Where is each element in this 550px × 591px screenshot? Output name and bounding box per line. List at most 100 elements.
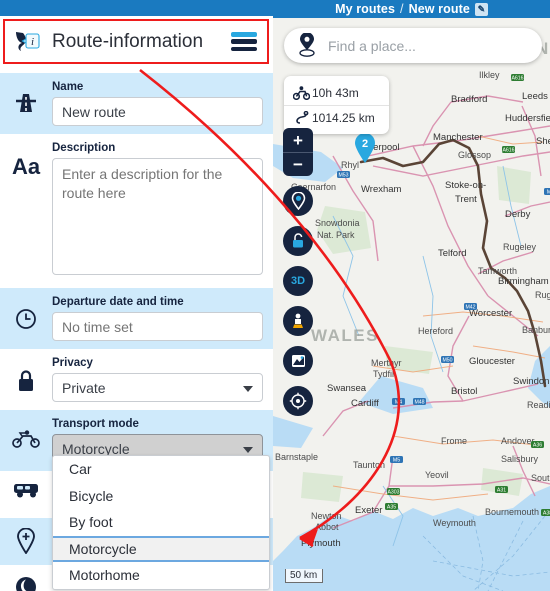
breadcrumb-current: New route — [408, 2, 470, 16]
road-shield-label: A616 — [511, 75, 523, 81]
pencil-icon[interactable]: ✎ — [474, 2, 488, 16]
road-shield-label: A616 — [502, 147, 514, 153]
page-title: Route-information — [52, 30, 204, 52]
map-label: Yeovil — [425, 470, 449, 480]
panel-header: i Route-information — [3, 19, 269, 64]
field-row-description: Aa Description — [0, 134, 273, 288]
map-label: Birmingham — [498, 276, 549, 287]
map-search-placeholder: Find a place... — [328, 37, 416, 54]
dropdown-option-by-foot[interactable]: By foot — [53, 509, 269, 536]
field-row-privacy: Privacy Private — [0, 349, 273, 410]
location-pin-search-icon — [299, 32, 315, 57]
elevation-chart-button[interactable] — [283, 346, 313, 376]
label-privacy: Privacy — [52, 357, 93, 369]
zoom-controls: + − — [283, 128, 313, 176]
route-distance-row: 1014.25 km — [284, 105, 389, 130]
road-shield-label: A38 — [543, 510, 550, 516]
map-label: Newton — [311, 511, 342, 521]
map-search-box[interactable]: Find a place... — [284, 28, 542, 63]
dropdown-option-bicycle[interactable]: Bicycle — [53, 483, 269, 510]
clock-icon — [0, 294, 52, 330]
lock-icon — [293, 233, 303, 248]
map-label: Derby — [505, 209, 531, 220]
map-label: Barnstaple — [275, 452, 318, 462]
route-duration-row: 10h 43m — [284, 80, 389, 105]
marker-pin-button[interactable] — [283, 186, 313, 216]
map-label: Banbury — [522, 325, 550, 335]
departure-input[interactable] — [52, 312, 263, 341]
map-label: Tydfil — [373, 369, 394, 379]
map-label: Frome — [441, 436, 467, 446]
waypoint-number: 2 — [362, 138, 368, 150]
transport-mode-dropdown[interactable]: Car Bicycle By foot Motorcycle Motorhome — [52, 455, 270, 590]
breadcrumb-parent[interactable]: My routes — [335, 2, 395, 16]
route-duration-value: 10h 43m — [312, 85, 359, 100]
map-label: Huddersfield — [505, 113, 550, 124]
map-label: WALES — [311, 326, 379, 345]
hamburger-menu-icon[interactable] — [231, 32, 257, 51]
pegman-icon — [293, 313, 303, 328]
motorcycle-rider-icon — [290, 85, 312, 100]
map-label: Gloucester — [469, 356, 515, 367]
route-information-panel: i Route-information Name New route Aa De… — [0, 0, 273, 591]
road-shield-label: M50 — [442, 357, 452, 363]
road-icon — [0, 79, 52, 113]
3d-label: 3D — [290, 275, 306, 287]
route-distance-icon — [290, 111, 312, 125]
map-label: Glossop — [458, 150, 491, 160]
waypoint-marker-2[interactable]: 2 — [353, 132, 377, 164]
route-planner-screen: ENGLANDWALESIlkleyBradfordLeedsHuddersfi… — [0, 0, 550, 591]
map-label: Reading — [527, 400, 550, 410]
map-scale-bar: 50 km — [285, 569, 324, 583]
road-shield-label: M48 — [414, 399, 424, 405]
privacy-select[interactable]: Private — [52, 373, 263, 402]
name-input[interactable] — [52, 97, 263, 126]
map-canvas[interactable]: ENGLANDWALESIlkleyBradfordLeedsHuddersfi… — [273, 16, 550, 591]
map-tool-column: + − 3D — [283, 128, 313, 416]
street-view-button[interactable] — [283, 306, 313, 336]
map-label: Tamworth — [478, 266, 517, 276]
route-stats-panel: 10h 43m 1014.25 km — [284, 76, 389, 134]
map-label: Cardiff — [351, 398, 379, 409]
zoom-out-button[interactable]: − — [283, 152, 313, 176]
map-label: Rugeley — [503, 242, 537, 252]
map-label: Taunton — [353, 460, 385, 470]
compass-icon — [289, 392, 307, 410]
road-shield-label: M4 — [395, 399, 402, 405]
map-label: Trent — [455, 194, 477, 205]
map-label: Swansea — [327, 383, 367, 394]
chevron-down-icon — [243, 446, 253, 453]
map-label: Plymouth — [301, 538, 341, 549]
road-shield-label: A35 — [387, 504, 396, 510]
breadcrumb-bar: My routes / New route ✎ — [273, 0, 550, 18]
label-departure: Departure date and time — [52, 296, 184, 308]
lock-icon — [0, 355, 52, 393]
marker-pin-icon — [291, 192, 305, 210]
breadcrumb-separator: / — [400, 2, 404, 16]
privacy-selected-value: Private — [62, 379, 106, 396]
map-label: Southampton — [531, 473, 550, 483]
lock-button[interactable] — [283, 226, 313, 256]
zoom-in-button[interactable]: + — [283, 128, 313, 152]
map-label: Wrexham — [361, 184, 402, 195]
road-shield-label: M5 — [393, 457, 400, 463]
map-label: Exeter — [355, 505, 382, 516]
description-textarea[interactable] — [52, 158, 263, 275]
map-label: Abbot — [315, 522, 339, 532]
dropdown-option-motorhome[interactable]: Motorhome — [53, 562, 269, 589]
text-aa-icon: Aa — [11, 154, 41, 179]
panel-top-strip — [0, 0, 273, 16]
road-shield-label: A31 — [497, 487, 506, 493]
map-scale-label: 50 km — [290, 570, 318, 581]
map-label: Rugby — [535, 290, 550, 300]
dropdown-option-motorcycle[interactable]: Motorcycle — [53, 535, 269, 562]
3d-view-button[interactable]: 3D — [283, 266, 313, 296]
round-trip-icon — [0, 571, 52, 591]
road-shield-label: A36 — [533, 442, 542, 448]
map-label: Andover — [501, 436, 535, 446]
label-name: Name — [52, 81, 84, 93]
road-shield-label: M53 — [338, 172, 348, 178]
dropdown-option-car[interactable]: Car — [53, 456, 269, 483]
motorcycle-icon — [0, 416, 52, 448]
locate-compass-button[interactable] — [283, 386, 313, 416]
